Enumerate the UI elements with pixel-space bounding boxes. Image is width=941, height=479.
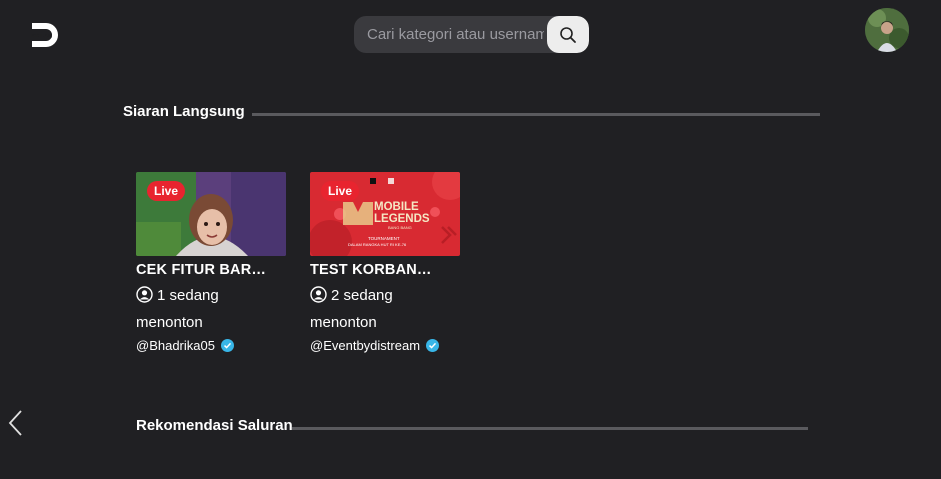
thumb-text: TOURNAMENT bbox=[368, 236, 400, 241]
stream-thumbnail[interactable]: MOBILE LEGENDS BANG BANG TOURNAMENT DALA… bbox=[310, 172, 460, 256]
thumb-text: BANG BANG bbox=[388, 225, 412, 230]
stream-title[interactable]: CEK FITUR BARU… bbox=[136, 262, 276, 278]
channel-handle[interactable]: @Eventbydistream bbox=[310, 338, 460, 353]
verified-icon bbox=[426, 339, 440, 352]
logo-text: STREAM bbox=[31, 34, 52, 40]
search-input[interactable] bbox=[354, 16, 544, 53]
user-circle-icon bbox=[136, 286, 153, 311]
avatar-image bbox=[865, 8, 909, 52]
user-avatar[interactable] bbox=[865, 8, 909, 52]
thumb-text: LEGENDS bbox=[374, 213, 430, 225]
stream-title[interactable]: TEST KORBAN… bbox=[310, 262, 450, 278]
section-divider bbox=[252, 113, 820, 116]
channel-handle[interactable]: @Bhadrika05 bbox=[136, 338, 286, 353]
stream-thumbnail[interactable]: Live bbox=[136, 172, 286, 256]
search-icon bbox=[560, 26, 576, 43]
section-title-recommend: Rekomendasi Saluran bbox=[136, 417, 293, 434]
viewer-count: 1 sedang menonton bbox=[136, 284, 266, 335]
section-title-live: Siaran Langsung bbox=[123, 103, 245, 120]
viewer-count: 2 sedang menonton bbox=[310, 284, 440, 335]
channel-handle-text: @Eventbydistream bbox=[310, 338, 421, 353]
thumb-text: DALAM RANGKA HUT RI KE-76 bbox=[348, 242, 407, 247]
live-badge: Live bbox=[321, 181, 360, 201]
stream-card[interactable]: MOBILE LEGENDS BANG BANG TOURNAMENT DALA… bbox=[310, 172, 460, 353]
previous-arrow-button[interactable] bbox=[6, 408, 26, 438]
logo[interactable]: STREAM bbox=[28, 20, 60, 50]
verified-icon bbox=[220, 339, 234, 352]
search-box bbox=[354, 16, 589, 53]
section-divider bbox=[292, 427, 808, 430]
thumb-text: MOBILE bbox=[374, 201, 419, 213]
top-bar: STREAM bbox=[0, 0, 941, 72]
user-circle-icon bbox=[310, 286, 327, 311]
logo-icon: STREAM bbox=[31, 23, 58, 47]
search-button[interactable] bbox=[547, 16, 589, 53]
live-badge: Live bbox=[147, 181, 186, 201]
channel-handle-text: @Bhadrika05 bbox=[136, 338, 215, 353]
stream-card[interactable]: Live CEK FITUR BARU… 1 sedang menonton @… bbox=[136, 172, 286, 353]
chevron-left-icon bbox=[8, 410, 22, 436]
